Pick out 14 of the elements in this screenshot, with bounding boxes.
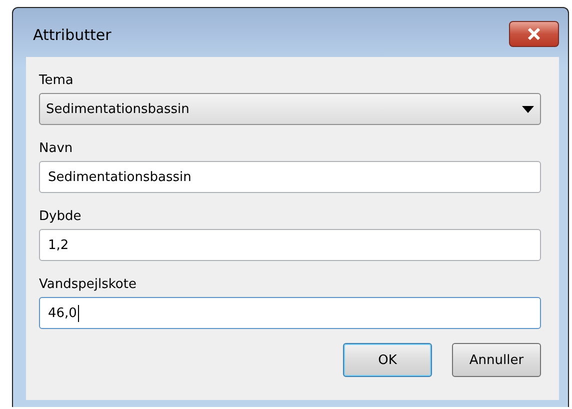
close-button[interactable]	[509, 20, 559, 46]
window-title: Attributter	[33, 26, 112, 44]
field-label: Navn	[39, 140, 74, 158]
field-label: Dybde	[39, 208, 82, 226]
ok-button[interactable]: OK	[343, 343, 432, 377]
field-label: Vandspejlskote	[39, 276, 138, 294]
cancel-button[interactable]: Annuller	[452, 343, 541, 377]
dropdown-arrow-icon	[522, 106, 534, 112]
close-icon	[527, 28, 541, 40]
input-field[interactable]: Sedimentationsbassin	[39, 161, 541, 193]
dropdown[interactable]: Sedimentationsbassin	[39, 93, 541, 125]
field-label: Tema	[39, 72, 74, 90]
input-field[interactable]: 46,0	[39, 297, 541, 329]
input-field[interactable]: 1,2	[39, 229, 541, 261]
